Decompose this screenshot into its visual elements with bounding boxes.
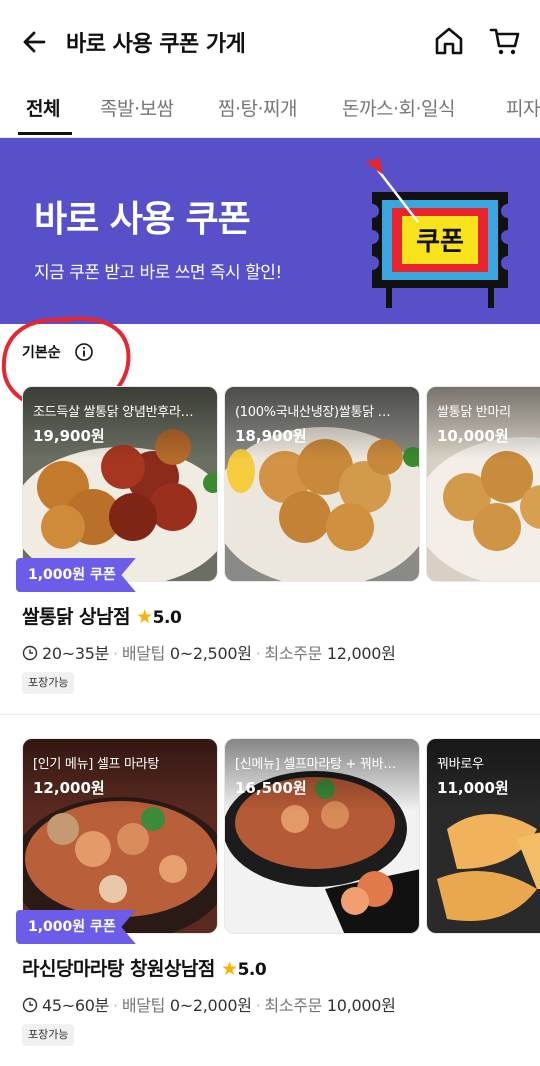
takeout-badge: 포장가능 xyxy=(22,1024,75,1046)
menu-item-price: 11,000원 xyxy=(437,779,509,797)
banner-subtitle: 지금 쿠폰 받고 바로 쓰면 즉시 할인! xyxy=(34,263,282,283)
delivery-tip: 0~2,500원 xyxy=(169,644,252,663)
menu-item-name: 꿔바로우 xyxy=(437,757,484,772)
menu-carousel[interactable]: 조드득살 쌀통닭 양념반후라… 19,900원 (100%국내산냉장)쌀통닭 …… xyxy=(22,386,540,582)
arrow-left-icon xyxy=(23,31,46,53)
coupon-sign-illustration: 쿠폰 xyxy=(366,158,508,308)
delivery-time: 45~60분 xyxy=(42,996,110,1015)
takeout-badge: 포장가능 xyxy=(22,672,75,694)
star-icon: ★ xyxy=(221,958,238,980)
store-divider xyxy=(0,714,540,715)
home-icon xyxy=(435,27,463,55)
menu-item-card[interactable]: [신메뉴] 셀프마라탕 + 꿔바… 16,500원 xyxy=(224,738,420,934)
delivery-tip-label: 배달팁 xyxy=(121,644,166,663)
menu-item-price: 12,000원 xyxy=(33,779,105,797)
sort-selector[interactable]: 기본순 xyxy=(22,342,61,362)
delivery-time: 20~35분 xyxy=(42,644,110,663)
tab-pizza[interactable]: 피자 xyxy=(506,94,540,121)
coupon-badge: 1,000원 쿠폰 xyxy=(16,558,136,592)
store-name-text: 쌀통닭 상남점 xyxy=(22,606,131,628)
store-card[interactable]: 조드득살 쌀통닭 양념반후라… 19,900원 (100%국내산냉장)쌀통닭 …… xyxy=(0,386,540,714)
store-name-text: 라신당마라탕 창원상남점 xyxy=(22,958,215,980)
menu-item-card[interactable]: 조드득살 쌀통닭 양념반후라… 19,900원 xyxy=(22,386,218,582)
tab-all[interactable]: 전체 xyxy=(26,94,60,121)
clock-icon xyxy=(22,645,38,661)
back-button[interactable] xyxy=(18,24,54,60)
banner-title: 바로 사용 쿠폰 xyxy=(34,199,251,240)
star-icon: ★ xyxy=(136,606,153,628)
min-order-label: 최소주문 xyxy=(264,996,323,1015)
menu-item-card[interactable]: 쌀통닭 반마리 10,000원 xyxy=(426,386,540,582)
menu-carousel[interactable]: [인기 메뉴] 셀프 마라탕 12,000원 [신메뉴] 셀프마라탕 + 꿔바…… xyxy=(22,738,540,934)
store-name[interactable]: 쌀통닭 상남점 ★5.0 xyxy=(22,602,182,629)
menu-item-card[interactable]: 꿔바로우 11,000원 xyxy=(426,738,540,934)
store-card[interactable]: [인기 메뉴] 셀프 마라탕 12,000원 [신메뉴] 셀프마라탕 + 꿔바…… xyxy=(0,738,540,1066)
clock-icon xyxy=(22,997,38,1013)
menu-item-price: 16,500원 xyxy=(235,779,307,797)
menu-item-card[interactable]: (100%국내산냉장)쌀통닭 … 18,900원 xyxy=(224,386,420,582)
home-button[interactable] xyxy=(432,24,466,58)
category-tabs: 전체 족발·보쌈 찜·탕·찌개 돈까스·회·일식 피자 xyxy=(0,84,540,138)
cart-button[interactable] xyxy=(488,24,522,58)
coupon-banner[interactable]: 바로 사용 쿠폰 지금 쿠폰 받고 바로 쓰면 즉시 할인! 쿠폰 xyxy=(0,138,540,324)
min-order: 12,000원 xyxy=(326,644,396,663)
menu-item-card[interactable]: [인기 메뉴] 셀프 마라탕 12,000원 xyxy=(22,738,218,934)
top-bar: 바로 사용 쿠폰 가게 xyxy=(0,0,540,84)
page-title: 바로 사용 쿠폰 가게 xyxy=(66,32,246,57)
menu-item-price: 18,900원 xyxy=(235,427,307,445)
min-order-label: 최소주문 xyxy=(264,644,323,663)
tab-jokbal-bossam[interactable]: 족발·보쌈 xyxy=(100,94,174,121)
menu-item-price: 19,900원 xyxy=(33,427,105,445)
store-meta: 20~35분 · 배달팁 0~2,500원 · 최소주문 12,000원 xyxy=(22,640,396,664)
sign-text: 쿠폰 xyxy=(416,227,464,257)
menu-item-name: [신메뉴] 셀프마라탕 + 꿔바… xyxy=(235,757,396,772)
min-order: 10,000원 xyxy=(326,996,396,1015)
menu-item-name: 조드득살 쌀통닭 양념반후라… xyxy=(33,405,194,420)
store-rating: 5.0 xyxy=(152,608,182,628)
menu-item-price: 10,000원 xyxy=(437,427,509,445)
tab-donkatsu-hoe-ilsik[interactable]: 돈까스·회·일식 xyxy=(342,94,455,121)
coupon-badge: 1,000원 쿠폰 xyxy=(16,910,136,944)
menu-item-name: (100%국내산냉장)쌀통닭 … xyxy=(235,405,391,420)
store-meta: 45~60분 · 배달팁 0~2,000원 · 최소주문 10,000원 xyxy=(22,992,396,1016)
active-tab-indicator xyxy=(18,132,72,135)
delivery-tip: 0~2,000원 xyxy=(169,996,252,1015)
delivery-tip-label: 배달팁 xyxy=(121,996,166,1015)
info-icon[interactable] xyxy=(74,342,94,362)
menu-item-name: 쌀통닭 반마리 xyxy=(437,405,511,420)
tab-jjim-tang-jjigae[interactable]: 찜·탕·찌개 xyxy=(218,94,298,121)
store-name[interactable]: 라신당마라탕 창원상남점 ★5.0 xyxy=(22,954,267,981)
menu-item-name: [인기 메뉴] 셀프 마라탕 xyxy=(33,757,159,772)
cart-icon xyxy=(489,28,520,55)
store-rating: 5.0 xyxy=(237,960,267,980)
